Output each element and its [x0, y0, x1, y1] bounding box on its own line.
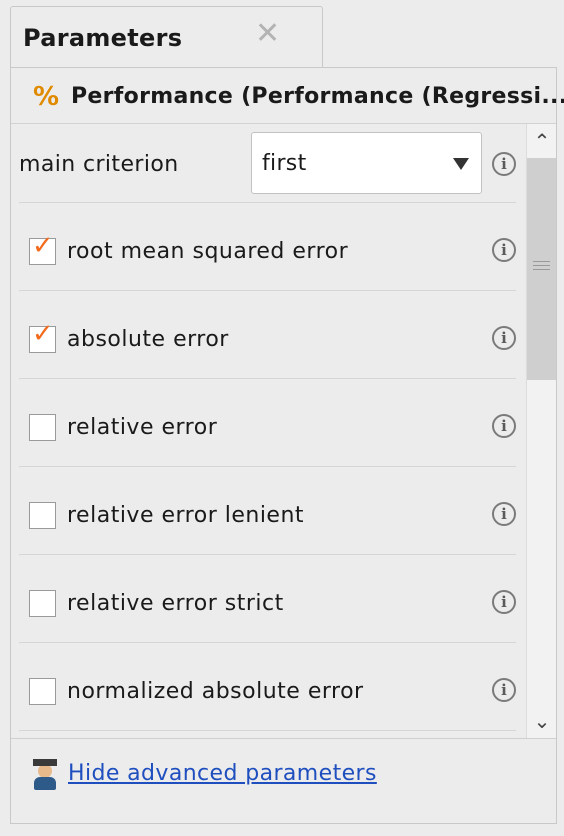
- operator-header: % Performance (Performance (Regressi...: [11, 68, 564, 124]
- param-row: normalized absolute error i: [11, 642, 526, 730]
- param-label: relative error lenient: [67, 503, 305, 528]
- main-criterion-select[interactable]: first: [251, 132, 482, 194]
- expert-user-icon: [31, 759, 59, 791]
- param-row: relative error lenient i: [11, 466, 526, 554]
- param-label: relative error: [67, 415, 218, 440]
- param-label: root mean squared error: [67, 239, 349, 264]
- scrollbar-thumb[interactable]: [527, 158, 556, 380]
- param-row: relative error i: [11, 378, 526, 466]
- param-label: relative error strict: [67, 591, 284, 616]
- checkbox-relative-error[interactable]: [29, 414, 56, 441]
- param-row: ✓ root mean squared error i: [11, 202, 526, 290]
- param-label: normalized absolute error: [67, 679, 364, 704]
- grip-line: [533, 265, 550, 266]
- check-icon: ✓: [32, 231, 54, 261]
- chevron-down-icon: [453, 158, 469, 170]
- close-icon[interactable]: ✕: [255, 19, 280, 49]
- main-criterion-row: main criterion first i: [11, 124, 526, 202]
- vertical-scrollbar[interactable]: ⌃ ⌄: [526, 124, 556, 738]
- checkbox-root-mean-squared-error[interactable]: ✓: [29, 233, 56, 265]
- main-criterion-label: main criterion: [19, 152, 179, 177]
- param-row: ✓ absolute error i: [11, 290, 526, 378]
- info-icon[interactable]: i: [492, 238, 516, 262]
- check-icon: ✓: [32, 319, 54, 349]
- parameters-panel: % Performance (Performance (Regressi... …: [10, 67, 564, 824]
- percent-icon: %: [33, 82, 60, 112]
- tab-title: Parameters: [23, 24, 183, 52]
- scroll-down-icon[interactable]: ⌄: [531, 710, 553, 732]
- scroll-up-icon[interactable]: ⌃: [531, 130, 553, 152]
- info-icon[interactable]: i: [492, 326, 516, 350]
- checkbox-relative-error-strict[interactable]: [29, 590, 56, 617]
- parameters-tab[interactable]: Parameters ✕: [10, 6, 323, 70]
- info-icon[interactable]: i: [492, 414, 516, 438]
- divider: [19, 730, 516, 731]
- operator-title: Performance (Performance (Regressi...: [71, 84, 564, 109]
- hide-advanced-parameters-link[interactable]: Hide advanced parameters: [68, 761, 377, 786]
- main-criterion-value: first: [262, 151, 307, 176]
- grip-line: [533, 261, 550, 262]
- grip-line: [533, 269, 550, 270]
- info-icon[interactable]: i: [492, 152, 516, 176]
- info-icon[interactable]: i: [492, 502, 516, 526]
- info-icon[interactable]: i: [492, 590, 516, 614]
- param-row: relative error strict i: [11, 554, 526, 642]
- info-icon[interactable]: i: [492, 678, 516, 702]
- param-label: absolute error: [67, 327, 229, 352]
- checkbox-absolute-error[interactable]: ✓: [29, 321, 56, 353]
- checkbox-normalized-absolute-error[interactable]: [29, 678, 56, 705]
- footer: Hide advanced parameters: [11, 738, 556, 823]
- parameter-list: main criterion first i ✓ root mean squar…: [11, 124, 526, 738]
- checkbox-relative-error-lenient[interactable]: [29, 502, 56, 529]
